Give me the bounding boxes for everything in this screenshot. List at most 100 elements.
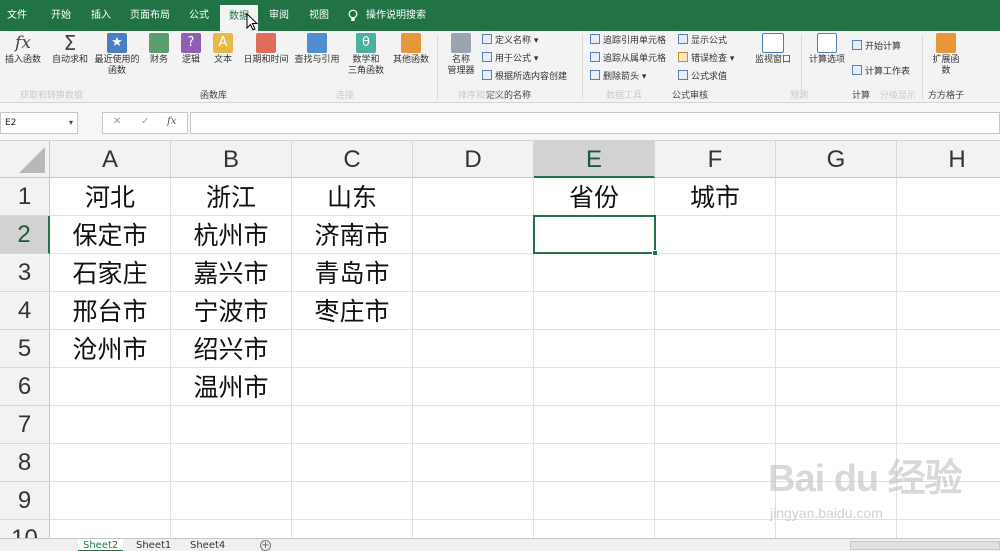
evaluate-icon: [678, 70, 688, 80]
fx-icon[interactable]: fx: [167, 116, 176, 127]
group-fangfang: 方方格子: [928, 91, 965, 101]
cell-b3[interactable]: 嘉兴市: [171, 255, 291, 292]
cell-a1[interactable]: 河北: [50, 179, 170, 216]
cell-b5[interactable]: 绍兴市: [171, 331, 291, 368]
use-in-formula-button[interactable]: 用于公式 ▾: [482, 52, 538, 65]
row-header-6[interactable]: 6: [0, 368, 50, 406]
column-header-e[interactable]: E: [534, 141, 655, 178]
chevron-down-icon[interactable]: ▾: [69, 113, 73, 133]
active-cell-e2[interactable]: [533, 215, 656, 254]
cell-a2[interactable]: 保定市: [50, 217, 170, 254]
row-header-8[interactable]: 8: [0, 444, 50, 482]
cell-a3[interactable]: 石家庄: [50, 255, 170, 292]
cell-c2[interactable]: 济南市: [292, 217, 412, 254]
evaluate-formula-button[interactable]: 公式求值: [678, 70, 727, 83]
column-header-c[interactable]: C: [292, 141, 413, 178]
calc-now-button[interactable]: 开始计算: [852, 40, 901, 53]
logical-button[interactable]: ? 逻辑: [178, 33, 204, 66]
financial-button[interactable]: 财务: [146, 33, 172, 66]
trace-dependents-button[interactable]: 追踪从属单元格: [590, 52, 666, 65]
row-header-2[interactable]: 2: [0, 216, 50, 254]
row-header-1[interactable]: 1: [0, 178, 50, 216]
cell-b6[interactable]: 温州市: [171, 369, 291, 406]
text-button[interactable]: A 文本: [210, 33, 236, 66]
remove-arrows-button[interactable]: 删除箭头 ▾: [590, 70, 646, 83]
recent-functions-button[interactable]: ★ 最近使用的 函数: [92, 33, 142, 77]
tab-home[interactable]: 开始: [44, 0, 78, 31]
cell-c3[interactable]: 青岛市: [292, 255, 412, 292]
autosum-label: 自动求和: [51, 55, 88, 65]
sheet-tab-sheet2[interactable]: Sheet2: [78, 539, 124, 551]
watermark-logo: Bai du 经验: [768, 458, 963, 500]
datetime-button[interactable]: 日期和时间: [240, 33, 292, 66]
calc-options-label: 计算选项: [808, 55, 845, 65]
fill-handle[interactable]: [652, 250, 658, 256]
row-header-4[interactable]: 4: [0, 292, 50, 330]
star-icon: ★: [107, 33, 127, 53]
expand-functions-button[interactable]: 扩展函 数: [928, 33, 964, 77]
sheet-tab-sheet1[interactable]: Sheet1: [131, 539, 176, 551]
math-button[interactable]: θ 数学和 三角函数: [344, 33, 388, 77]
cell-b1[interactable]: 浙江: [171, 179, 291, 216]
enter-icon[interactable]: ✓: [141, 116, 149, 127]
sheet-tab-sheet4[interactable]: Sheet4: [185, 539, 230, 551]
tab-insert[interactable]: 插入: [84, 0, 118, 31]
tab-page-layout[interactable]: 页面布局: [126, 0, 174, 31]
arrow-remove-icon: [590, 70, 600, 80]
more-functions-button[interactable]: 其他函数: [390, 33, 432, 66]
row-header-3[interactable]: 3: [0, 254, 50, 292]
tab-file[interactable]: 文件: [0, 0, 34, 31]
calc-sheet-label: 计算工作表: [865, 67, 911, 77]
add-sheet-icon[interactable]: +: [260, 540, 271, 551]
column-header-h[interactable]: H: [897, 141, 1000, 178]
calc-options-button[interactable]: 计算选项: [806, 33, 848, 66]
define-name-button[interactable]: 定义名称 ▾: [482, 34, 538, 47]
name-manager-button[interactable]: 名称 管理器: [442, 33, 480, 77]
horizontal-scrollbar[interactable]: [850, 541, 1000, 550]
name-box[interactable]: E2 ▾: [0, 112, 78, 134]
baidu-watermark: Bai du 经验 jingyan.baidu.com: [768, 443, 998, 533]
show-formulas-button[interactable]: 显示公式: [678, 34, 727, 47]
tab-view[interactable]: 视图: [302, 0, 336, 31]
tell-me-search[interactable]: 操作说明搜索: [348, 0, 426, 31]
cell-c1[interactable]: 山东: [292, 179, 412, 216]
cell-c4[interactable]: 枣庄市: [292, 293, 412, 330]
row-header-9[interactable]: 9: [0, 482, 50, 520]
row-header-5[interactable]: 5: [0, 330, 50, 368]
column-header-a[interactable]: A: [50, 141, 171, 178]
column-header-b[interactable]: B: [171, 141, 292, 178]
column-header-f[interactable]: F: [655, 141, 776, 178]
column-header-g[interactable]: G: [776, 141, 897, 178]
trace-precedents-button[interactable]: 追踪引用单元格: [590, 34, 666, 47]
cell-f1[interactable]: 城市: [655, 179, 775, 216]
create-from-selection-button[interactable]: 根据所选内容创建: [482, 70, 567, 83]
error-checking-button[interactable]: 错误检查 ▾: [678, 52, 734, 65]
theta-icon: θ: [356, 33, 376, 53]
cell-e1[interactable]: 省份: [534, 179, 654, 216]
formula-input[interactable]: [190, 112, 1000, 134]
cell-a5[interactable]: 沧州市: [50, 331, 170, 368]
select-all-button[interactable]: [0, 141, 50, 178]
sigma-icon: Σ: [63, 31, 77, 55]
calc-now-icon: [852, 40, 862, 50]
cell-a4[interactable]: 邢台市: [50, 293, 170, 330]
autosum-button[interactable]: Σ 自动求和: [50, 33, 90, 66]
tag-small-icon: [482, 34, 492, 44]
watch-window-button[interactable]: 监视窗口: [752, 33, 794, 66]
insert-function-button[interactable]: fx 插入函数: [2, 33, 44, 66]
calendar-icon: [256, 33, 276, 53]
row-header-7[interactable]: 7: [0, 406, 50, 444]
group-faded-forecast: 预测: [790, 91, 809, 101]
tell-me-label: 操作说明搜索: [366, 10, 426, 21]
row-header-10[interactable]: 10: [0, 520, 50, 538]
column-header-d[interactable]: D: [413, 141, 534, 178]
calc-sheet-button[interactable]: 计算工作表: [852, 65, 910, 78]
cell-b2[interactable]: 杭州市: [171, 217, 291, 254]
tab-formulas[interactable]: 公式: [182, 0, 216, 31]
cancel-icon[interactable]: ✕: [113, 116, 121, 127]
tag-icon: [451, 33, 471, 53]
group-formula-auditing: 公式审核: [672, 91, 709, 101]
cell-b4[interactable]: 宁波市: [171, 293, 291, 330]
lookup-button[interactable]: 查找与引用: [292, 33, 342, 66]
tab-review[interactable]: 审阅: [262, 0, 296, 31]
